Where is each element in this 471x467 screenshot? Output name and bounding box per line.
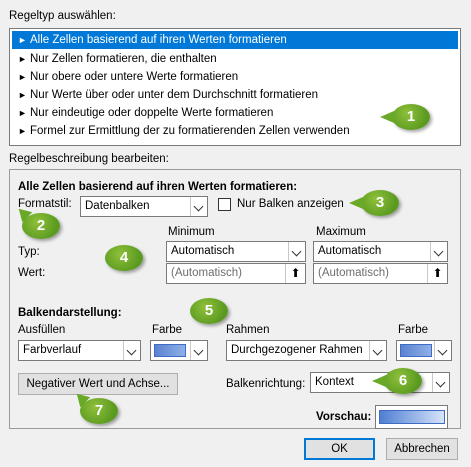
minimum-value-field[interactable]: (Automatisch) ⬆: [166, 263, 306, 284]
ok-button[interactable]: OK: [304, 438, 375, 460]
bar-direction-label: Balkenrichtung:: [226, 378, 306, 390]
chevron-down-icon: [434, 341, 451, 360]
minimum-header: Minimum: [168, 226, 215, 238]
description-heading: Alle Zellen basierend auf ihren Werten f…: [18, 181, 298, 193]
border-type-select[interactable]: Durchgezogener Rahmen: [226, 340, 387, 361]
show-bar-only-label: Nur Balken anzeigen: [237, 198, 344, 210]
cell-reference-icon[interactable]: ⬆: [427, 264, 447, 283]
rule-type-item[interactable]: ► Formel zur Ermittlung der zu formatiere…: [12, 122, 458, 140]
arrow-right-icon: ►: [18, 35, 27, 45]
fill-label: Ausfüllen: [18, 324, 66, 336]
rule-type-item[interactable]: ► Alle Zellen basierend auf ihren Werten …: [12, 31, 458, 49]
fill-color-label: Farbe: [152, 324, 183, 336]
fill-type-select[interactable]: Farbverlauf: [18, 340, 141, 361]
callout-badge: 7: [80, 398, 118, 424]
preview-box: [375, 405, 448, 429]
maximum-type-select[interactable]: Automatisch: [313, 241, 448, 262]
description-label: Regelbeschreibung bearbeiten:: [9, 153, 169, 165]
arrow-right-icon: ►: [18, 108, 27, 118]
preview-label: Vorschau:: [316, 411, 372, 423]
format-style-select[interactable]: Datenbalken: [80, 196, 208, 217]
chevron-down-icon: [190, 197, 207, 216]
chevron-down-icon: [369, 341, 386, 360]
callout-badge: 1: [380, 104, 430, 130]
value-label: Wert:: [18, 267, 46, 279]
rule-type-list[interactable]: ► Alle Zellen basierend auf ihren Werten …: [9, 28, 461, 146]
arrow-right-icon: ►: [18, 72, 27, 82]
rule-type-label: Regeltyp auswählen:: [9, 10, 116, 22]
chevron-down-icon: [430, 242, 447, 261]
color-swatch: [154, 344, 186, 357]
arrow-right-icon: ►: [18, 90, 27, 100]
chevron-down-icon: [432, 373, 449, 392]
type-label: Typ:: [18, 246, 40, 258]
border-color-picker[interactable]: [396, 340, 452, 361]
chevron-down-icon: [190, 341, 207, 360]
maximum-header: Maximum: [316, 226, 366, 238]
arrow-right-icon: ►: [18, 54, 27, 64]
maximum-value-field[interactable]: (Automatisch) ⬆: [313, 263, 448, 284]
border-color-label: Farbe: [398, 324, 429, 336]
rule-type-item[interactable]: ► Nur obere oder untere Werte formatieren: [12, 68, 458, 86]
data-bar-preview: [379, 410, 445, 424]
callout-badge: 5: [190, 298, 228, 324]
show-bar-only-checkbox[interactable]: [218, 198, 231, 211]
rule-type-item[interactable]: ► Nur Zellen formatieren, die enthalten: [12, 50, 458, 68]
chevron-down-icon: [288, 242, 305, 261]
callout-badge: 4: [105, 245, 143, 271]
cancel-button[interactable]: Abbrechen: [386, 438, 458, 460]
color-swatch: [400, 344, 432, 357]
callout-badge: 6: [372, 368, 422, 394]
callout-badge: 2: [22, 213, 60, 239]
rule-type-item[interactable]: ► Nur Werte über oder unter dem Durchschn…: [12, 86, 458, 104]
negative-value-axis-button[interactable]: Negativer Wert und Achse...: [18, 373, 178, 395]
fill-color-picker[interactable]: [150, 340, 208, 361]
arrow-right-icon: ►: [18, 126, 27, 136]
chevron-down-icon: [123, 341, 140, 360]
border-label: Rahmen: [226, 324, 270, 336]
bar-appearance-label: Balkendarstellung:: [18, 307, 122, 319]
callout-badge: 3: [349, 190, 399, 216]
cell-reference-icon[interactable]: ⬆: [285, 264, 305, 283]
minimum-type-select[interactable]: Automatisch: [166, 241, 306, 262]
